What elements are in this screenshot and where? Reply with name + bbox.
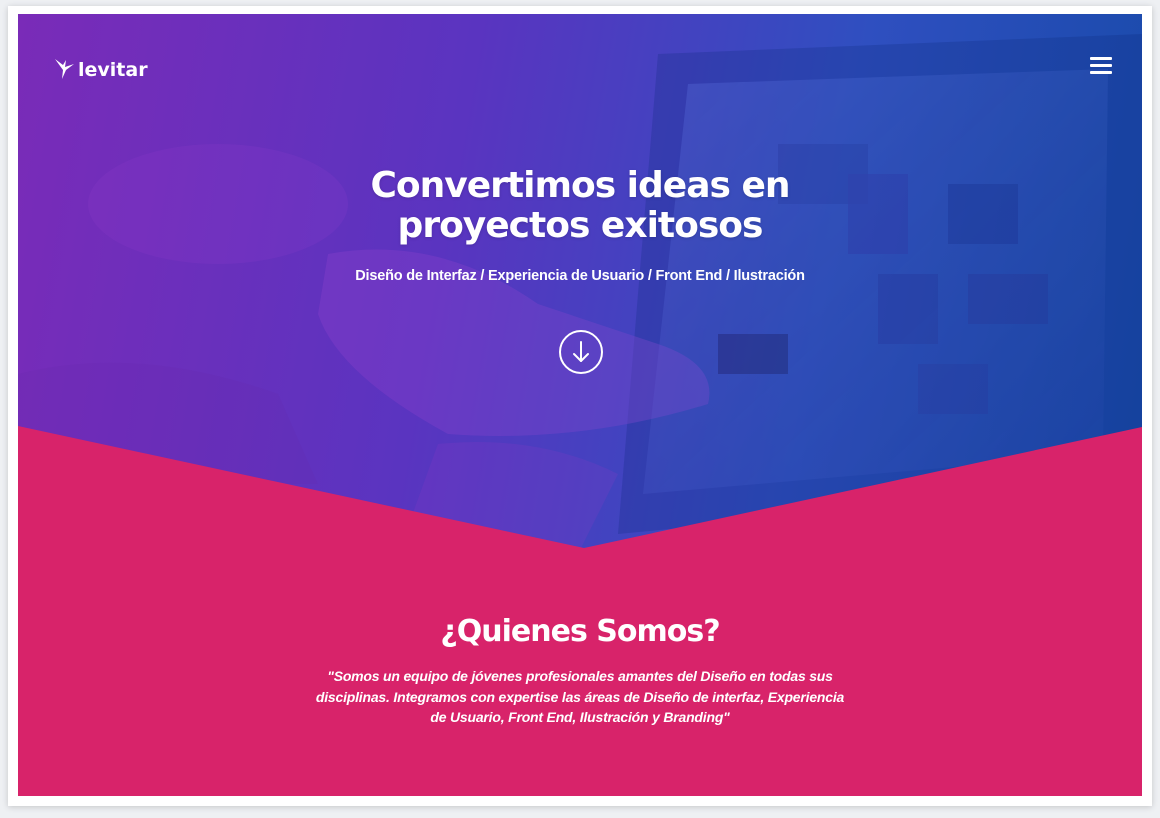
hero-title-line2: proyectos exitosos — [397, 205, 764, 246]
arrow-down-circle-icon[interactable] — [559, 330, 603, 374]
hero-subtitle: Diseño de Interfaz / Experiencia de Usua… — [355, 268, 805, 284]
about-quote: "Somos un equipo de jóvenes profesionale… — [315, 668, 845, 725]
hamburger-menu-icon[interactable] — [1090, 57, 1112, 75]
hero-section: levitar Convertimos ideas en proyectos e… — [18, 14, 1142, 554]
landing-page: levitar Convertimos ideas en proyectos e… — [18, 14, 1142, 796]
hero-title: Convertimos ideas en proyectos exitosos — [280, 166, 880, 246]
hero-bottom-wedge — [18, 426, 1142, 554]
hero-title-line1: Convertimos ideas en — [370, 165, 791, 206]
about-title: ¿Quienes Somos? — [440, 614, 720, 649]
brand-logo[interactable]: levitar — [54, 50, 148, 80]
logo-text: levitar — [78, 59, 148, 81]
hummingbird-icon — [55, 59, 74, 79]
